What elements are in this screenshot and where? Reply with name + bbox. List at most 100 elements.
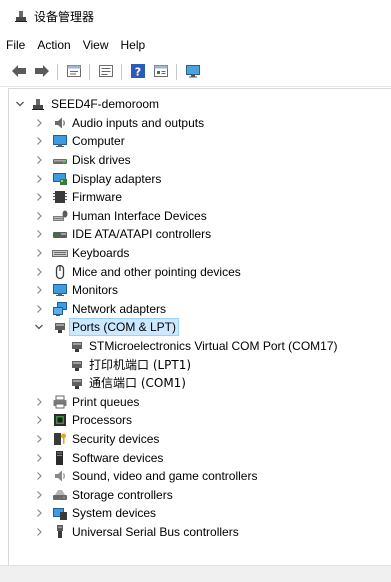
tree-item-audio[interactable]: Audio inputs and outputs xyxy=(9,114,389,133)
tree-item-disk-drives[interactable]: Disk drives xyxy=(9,151,389,170)
chevron-right-icon[interactable] xyxy=(34,415,44,425)
tree-device-com17[interactable]: STMicroelectronics Virtual COM Port (COM… xyxy=(9,337,389,356)
tree-item-ide[interactable]: IDE ATA/ATAPI controllers xyxy=(9,225,389,244)
menu-file[interactable]: File xyxy=(0,35,31,55)
chevron-right-icon[interactable] xyxy=(34,304,44,314)
chevron-down-icon[interactable] xyxy=(34,322,44,332)
chevron-right-icon[interactable] xyxy=(34,527,44,537)
show-hide-tree-button[interactable] xyxy=(95,61,117,83)
tree-item-label: Firmware xyxy=(72,190,122,205)
usb-icon xyxy=(52,524,68,540)
chevron-down-icon[interactable] xyxy=(15,99,25,109)
security-key-icon xyxy=(52,431,68,447)
tree-item-firmware[interactable]: Firmware xyxy=(9,188,389,207)
menu-action[interactable]: Action xyxy=(31,35,76,55)
forward-button[interactable] xyxy=(31,61,53,83)
chevron-right-icon[interactable] xyxy=(34,229,44,239)
hid-icon xyxy=(52,208,68,224)
tree-root[interactable]: SEED4F-demoroom xyxy=(9,95,389,114)
tree-item-keyboards[interactable]: Keyboards xyxy=(9,244,389,263)
help-icon: ? xyxy=(130,63,146,82)
tree-item-computer[interactable]: Computer xyxy=(9,132,389,151)
chevron-right-icon[interactable] xyxy=(34,471,44,481)
tree-item-label: Security devices xyxy=(72,431,160,446)
chevron-right-icon[interactable] xyxy=(34,136,44,146)
chevron-right-icon[interactable] xyxy=(34,508,44,518)
tree-item-storage-controllers[interactable]: Storage controllers xyxy=(9,485,389,504)
device-tree: SEED4F-demoroom Audio inputs and outputs… xyxy=(9,95,389,541)
keyboard-icon xyxy=(52,245,68,261)
tree-item-ports[interactable]: Ports (COM & LPT) xyxy=(9,318,389,337)
chevron-right-icon[interactable] xyxy=(34,174,44,184)
scan-hardware-button[interactable] xyxy=(182,61,204,83)
help-button[interactable]: ? xyxy=(127,61,149,83)
port-icon xyxy=(69,375,85,391)
tree-item-monitors[interactable]: Monitors xyxy=(9,281,389,300)
tree-item-label: Storage controllers xyxy=(72,487,173,502)
tree-item-usb-controllers[interactable]: Universal Serial Bus controllers xyxy=(9,523,389,542)
tree-device-lpt1[interactable]: 打印机端口 (LPT1) xyxy=(9,355,389,374)
toolbar-separator xyxy=(121,64,122,80)
tree-item-label: Computer xyxy=(72,134,125,149)
back-button[interactable] xyxy=(8,61,30,83)
arrow-right-icon xyxy=(34,64,50,81)
tree-item-print-queues[interactable]: Print queues xyxy=(9,393,389,412)
chevron-right-icon[interactable] xyxy=(34,211,44,221)
menu-help[interactable]: Help xyxy=(115,35,152,55)
device-manager-window: 设备管理器 File Action View Help ? SEED4F-dem… xyxy=(0,0,391,582)
device-tree-pane[interactable]: SEED4F-demoroom Audio inputs and outputs… xyxy=(8,88,391,581)
toolbar-separator xyxy=(57,64,58,80)
processor-icon xyxy=(52,412,68,428)
tree-item-mice[interactable]: Mice and other pointing devices xyxy=(9,262,389,281)
tree-item-software-devices[interactable]: Software devices xyxy=(9,448,389,467)
chevron-right-icon[interactable] xyxy=(34,434,44,444)
network-adapter-icon xyxy=(52,301,68,317)
window-title: 设备管理器 xyxy=(34,9,95,24)
chevron-right-icon[interactable] xyxy=(34,453,44,463)
tree-device-label: 通信端口 (COM1) xyxy=(89,376,186,391)
chevron-right-icon[interactable] xyxy=(34,155,44,165)
port-icon xyxy=(69,338,85,354)
tree-item-processors[interactable]: Processors xyxy=(9,411,389,430)
storage-controller-icon xyxy=(52,487,68,503)
chevron-right-icon[interactable] xyxy=(34,285,44,295)
tree-item-sound-video-game[interactable]: Sound, video and game controllers xyxy=(9,467,389,486)
mouse-icon xyxy=(52,264,68,280)
printer-icon xyxy=(52,394,68,410)
details-view-button[interactable] xyxy=(150,61,172,83)
tree-item-label: Disk drives xyxy=(72,153,131,168)
chevron-right-icon[interactable] xyxy=(34,397,44,407)
speaker-icon xyxy=(52,468,68,484)
tree-item-label: Keyboards xyxy=(72,246,130,261)
tree-device-label: 打印机端口 (LPT1) xyxy=(89,357,192,372)
chevron-right-icon[interactable] xyxy=(34,118,44,128)
details-icon xyxy=(153,63,169,82)
tree-item-label: Ports (COM & LPT) xyxy=(68,318,180,337)
tree-device-com1[interactable]: 通信端口 (COM1) xyxy=(9,374,389,393)
display-adapter-icon xyxy=(52,171,68,187)
menu-view[interactable]: View xyxy=(77,35,115,55)
tree-item-label: Mice and other pointing devices xyxy=(72,264,241,279)
tree-item-label: Display adapters xyxy=(72,171,162,186)
device-manager-app-icon xyxy=(14,9,28,23)
tree-item-label: System devices xyxy=(72,506,157,521)
tree-item-network-adapters[interactable]: Network adapters xyxy=(9,300,389,319)
tree-item-label: Print queues xyxy=(72,394,140,409)
tree-item-label: Sound, video and game controllers xyxy=(72,469,258,484)
properties-view-button[interactable] xyxy=(63,61,85,83)
software-device-icon xyxy=(52,450,68,466)
tree-item-display-adapters[interactable]: Display adapters xyxy=(9,169,389,188)
tree-item-system-devices[interactable]: System devices xyxy=(9,504,389,523)
speaker-icon xyxy=(52,115,68,131)
chevron-right-icon[interactable] xyxy=(34,192,44,202)
tree-item-label: Audio inputs and outputs xyxy=(72,115,205,130)
chevron-right-icon[interactable] xyxy=(34,248,44,258)
computer-tree-icon xyxy=(30,96,46,112)
system-devices-icon xyxy=(52,505,68,521)
chevron-right-icon[interactable] xyxy=(34,267,44,277)
tree-item-security-devices[interactable]: Security devices xyxy=(9,430,389,449)
chevron-right-icon[interactable] xyxy=(34,490,44,500)
tree-item-label: Human Interface Devices xyxy=(72,208,207,223)
toolbar-separator xyxy=(89,64,90,80)
tree-item-hid[interactable]: Human Interface Devices xyxy=(9,207,389,226)
